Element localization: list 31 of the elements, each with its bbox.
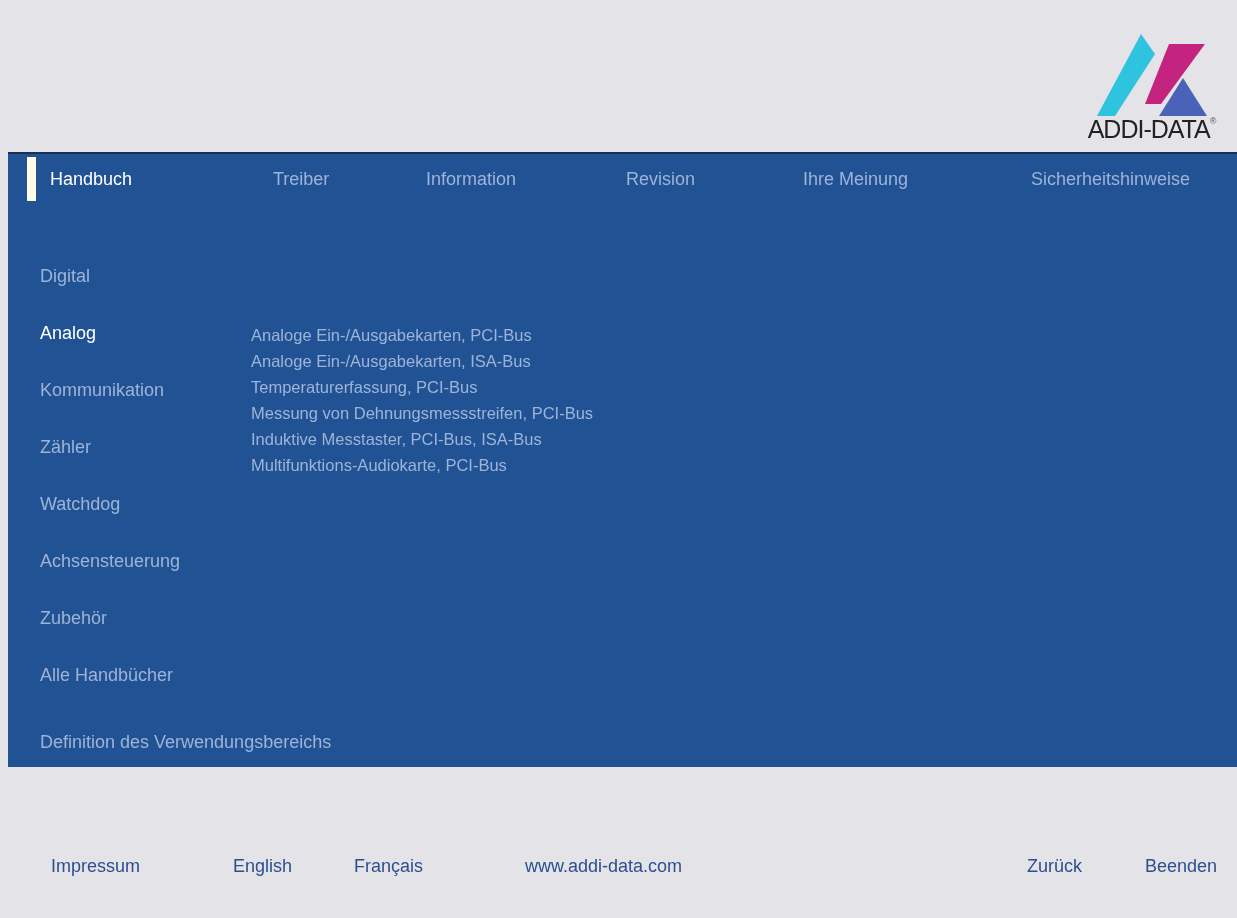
footer-link[interactable]: Français	[354, 856, 525, 877]
category-item[interactable]: Zähler	[40, 437, 251, 494]
footer-link[interactable]: Zurück	[1026, 856, 1145, 877]
footer-link[interactable]: Beenden	[1144, 856, 1217, 877]
manual-link[interactable]: Induktive Messtaster, PCI-Bus, ISA-Bus	[251, 426, 594, 452]
nav-tab[interactable]: Revision	[584, 156, 761, 202]
category-item[interactable]: Zubehör	[40, 608, 251, 665]
manual-link[interactable]: Multifunktions-Audiokarte, PCI-Bus	[251, 452, 594, 478]
nav-tab[interactable]: Information	[384, 156, 584, 202]
footer-link[interactable]: Impressum	[51, 856, 233, 877]
registered-mark: ®	[1209, 116, 1217, 126]
category-item[interactable]: Digital	[40, 266, 251, 323]
category-item[interactable]: Achsensteuerung	[40, 551, 251, 608]
nav-tab[interactable]: Handbuch	[8, 156, 231, 202]
manual-link[interactable]: Temperaturerfassung, PCI-Bus	[251, 374, 594, 400]
logo-icon	[1097, 34, 1207, 116]
category-item[interactable]: Kommunikation	[40, 380, 251, 437]
nav-tab[interactable]: Treiber	[231, 156, 384, 202]
nav-tab[interactable]: Ihre Meinung	[761, 156, 989, 202]
manual-link[interactable]: Analoge Ein-/Ausgabekarten, ISA-Bus	[251, 348, 594, 374]
footer-link[interactable]: www.addi-data.com	[525, 856, 683, 877]
logo-text: ADDI-DATA	[1087, 116, 1210, 142]
manual-link[interactable]: Messung von Dehnungsmessstreifen, PCI-Bus	[251, 400, 594, 426]
nav-tab[interactable]: Sicherheitshinweise	[989, 156, 1219, 202]
selected-indicator	[27, 157, 36, 201]
category-item[interactable]: Watchdog	[40, 494, 251, 551]
category-item[interactable]: Alle Handbücher	[40, 665, 251, 722]
manual-link[interactable]: Analoge Ein-/Ausgabekarten, PCI-Bus	[251, 322, 594, 348]
footer-link[interactable]: English	[233, 856, 354, 877]
definition-link[interactable]: Definition des Verwendungsbereichs	[8, 732, 1237, 767]
category-item[interactable]: Analog	[40, 323, 251, 380]
